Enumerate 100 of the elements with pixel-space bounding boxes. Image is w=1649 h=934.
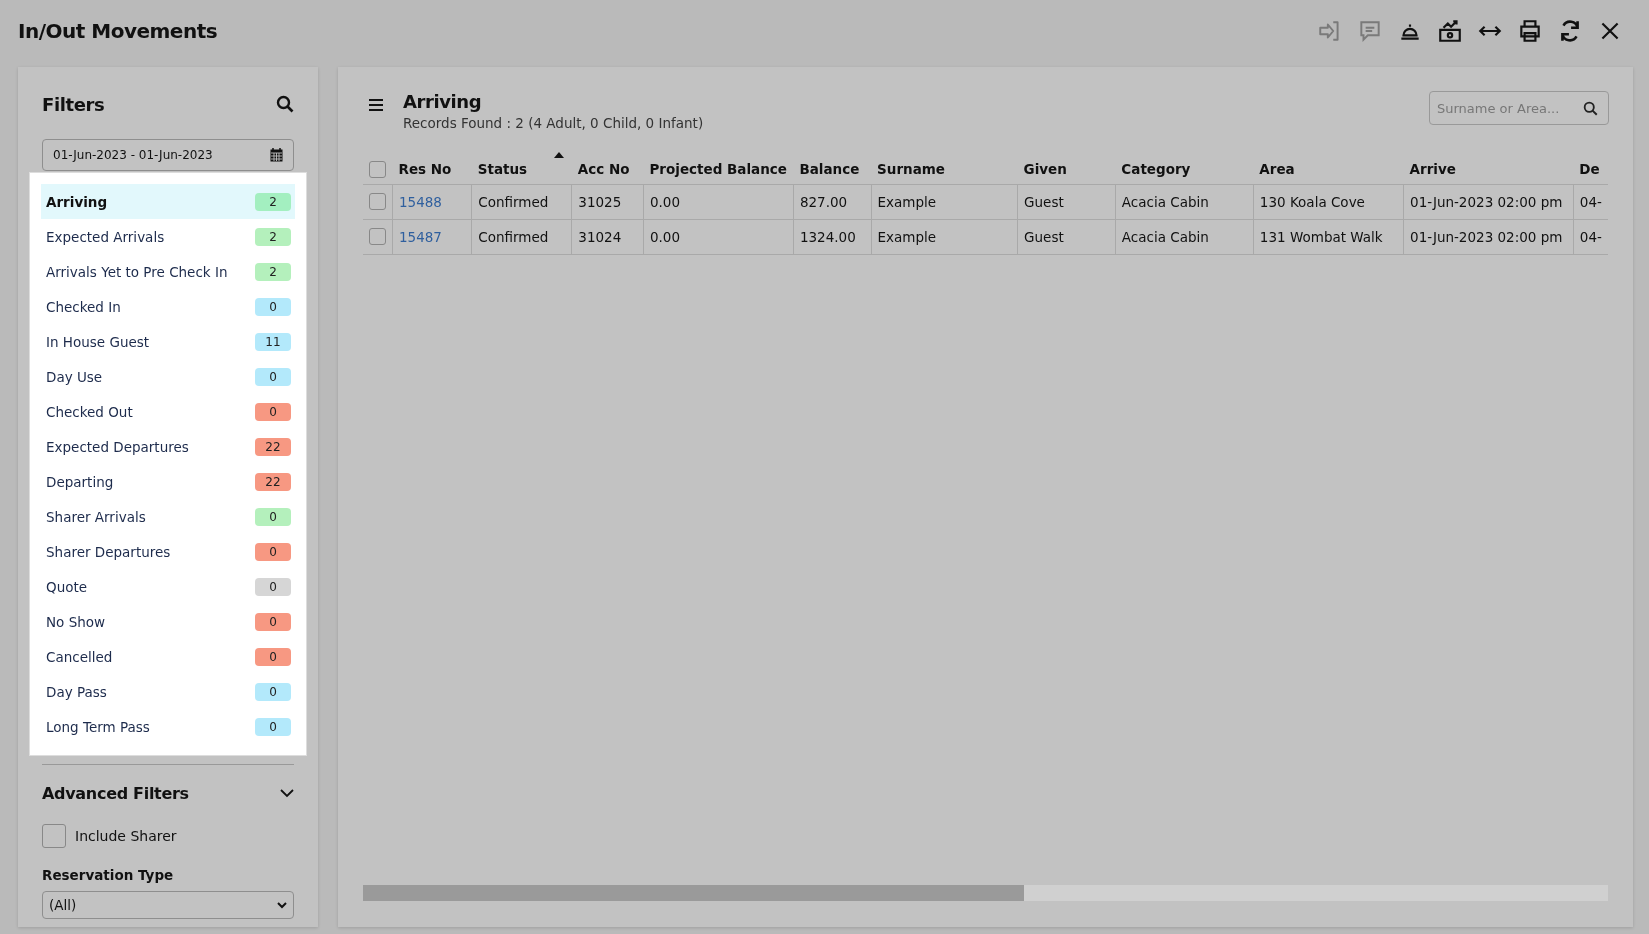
- column-header[interactable]: Arrive: [1403, 151, 1574, 184]
- table-cell: Guest: [1017, 219, 1116, 254]
- filter-label: Sharer Arrivals: [46, 508, 146, 525]
- column-header[interactable]: De: [1573, 151, 1608, 184]
- filter-item[interactable]: Checked In 0: [41, 289, 295, 324]
- filter-item[interactable]: Expected Departures 22: [41, 429, 295, 464]
- checkbox[interactable]: [369, 228, 386, 245]
- filter-label: Long Term Pass: [46, 718, 150, 735]
- filter-item[interactable]: Arrivals Yet to Pre Check In 2: [41, 254, 295, 289]
- section-title: Advanced Filters: [42, 783, 189, 803]
- calendar-icon: [270, 148, 283, 162]
- filter-item[interactable]: Arriving 2: [41, 184, 295, 219]
- count-badge: 0: [255, 507, 291, 526]
- filter-label: Quote: [46, 578, 88, 595]
- print-icon: [1517, 18, 1543, 44]
- column-header[interactable]: Area: [1253, 151, 1404, 184]
- search-field[interactable]: Surname or Area...: [1429, 91, 1609, 125]
- menu-icon: [367, 96, 385, 113]
- list-title: Arriving: [403, 91, 483, 112]
- table-cell: 1324.00: [793, 219, 872, 254]
- filter-item[interactable]: Day Use 0: [41, 359, 295, 394]
- count-badge: 0: [255, 682, 291, 701]
- date-range-field[interactable]: 01-Jun-2023 - 01-Jun-2023: [42, 139, 294, 171]
- cash-chart-icon: [1437, 18, 1463, 44]
- filter-item[interactable]: Expected Arrivals 2: [41, 219, 295, 254]
- column-header[interactable]: Status: [471, 151, 572, 184]
- window-title: In/Out Movements: [18, 19, 218, 43]
- filter-item[interactable]: Long Term Pass 0: [41, 709, 295, 744]
- table-cell: 04-: [1573, 219, 1608, 254]
- filter-item[interactable]: Quote 0: [41, 569, 295, 604]
- column-header[interactable]: Balance: [793, 151, 872, 184]
- count-badge: 0: [255, 297, 291, 316]
- filter-item[interactable]: Checked Out 0: [41, 394, 295, 429]
- table-cell: 130 Koala Cove: [1253, 184, 1404, 219]
- horizontal-scrollbar[interactable]: [363, 885, 1608, 901]
- chevron-icon[interactable]: [280, 788, 294, 798]
- filter-label: In House Guest: [46, 333, 150, 350]
- filter-label: Expected Arrivals: [46, 228, 165, 245]
- table-cell: 131 Wombat Walk: [1253, 219, 1404, 254]
- count-badge: 0: [255, 612, 291, 631]
- search-icon[interactable]: [276, 95, 294, 113]
- count-badge: 2: [255, 227, 291, 246]
- count-badge: 0: [255, 542, 291, 561]
- filter-item[interactable]: Sharer Arrivals 0: [41, 499, 295, 534]
- checkbox-label: Include Sharer: [75, 828, 177, 844]
- count-badge: 22: [255, 437, 291, 456]
- filter-label: No Show: [46, 613, 106, 630]
- reservation-type-select[interactable]: (All): [42, 891, 294, 919]
- filter-label: Checked Out: [46, 403, 133, 420]
- filter-label: Arrivals Yet to Pre Check In: [46, 263, 228, 280]
- table-cell: Example: [871, 184, 1018, 219]
- table-cell: 01-Jun-2023 02:00 pm: [1403, 184, 1574, 219]
- table-cell: 0.00: [643, 184, 794, 219]
- table-cell: 31025: [571, 184, 644, 219]
- column-header[interactable]: Acc No: [571, 151, 644, 184]
- table-cell: 0.00: [643, 219, 794, 254]
- filter-label: Arriving: [46, 193, 108, 210]
- table-cell: 04-: [1573, 184, 1608, 219]
- table-cell: Acacia Cabin: [1115, 219, 1254, 254]
- count-badge: 0: [255, 402, 291, 421]
- filter-item[interactable]: Cancelled 0: [41, 639, 295, 674]
- column-header[interactable]: Category: [1115, 151, 1254, 184]
- records-summary: Records Found : 2 (4 Adult, 0 Child, 0 Infant): [403, 115, 704, 131]
- column-header[interactable]: Surname: [871, 151, 1018, 184]
- column-header[interactable]: Res No: [392, 151, 472, 184]
- filter-label: Expected Departures: [46, 438, 189, 455]
- filter-item[interactable]: No Show 0: [41, 604, 295, 639]
- filter-label: Sharer Departures: [46, 543, 171, 560]
- filter-label: Cancelled: [46, 648, 113, 665]
- table-cell: Acacia Cabin: [1115, 184, 1254, 219]
- count-badge: 0: [255, 647, 291, 666]
- search-icon: [1583, 101, 1598, 116]
- checkbox[interactable]: [42, 824, 66, 848]
- table-cell: Confirmed: [471, 219, 572, 254]
- cash-chart-button[interactable]: [1437, 18, 1463, 44]
- count-badge: 11: [255, 332, 291, 351]
- caret-icon: [277, 901, 287, 909]
- filter-item[interactable]: Day Pass 0: [41, 674, 295, 709]
- filter-item[interactable]: In House Guest 11: [41, 324, 295, 359]
- count-badge: 0: [255, 367, 291, 386]
- column-header[interactable]: Given: [1017, 151, 1116, 184]
- field-label: Reservation Type: [42, 867, 175, 883]
- print-button[interactable]: [1517, 18, 1543, 44]
- table-cell: Example: [871, 219, 1018, 254]
- checkbox[interactable]: [369, 160, 386, 178]
- filter-item[interactable]: Sharer Departures 0: [41, 534, 295, 569]
- column-header[interactable]: Projected Balance: [643, 151, 794, 184]
- count-badge: 0: [255, 717, 291, 736]
- table-cell: Guest: [1017, 184, 1116, 219]
- filter-item[interactable]: Departing 22: [41, 464, 295, 499]
- filter-label: Checked In: [46, 298, 121, 315]
- count-badge: 22: [255, 472, 291, 491]
- table-cell: 827.00: [793, 184, 872, 219]
- count-badge: 2: [255, 192, 291, 211]
- table-cell: 31024: [571, 219, 644, 254]
- scrollbar-thumb[interactable]: [363, 885, 1024, 901]
- table-cell: Confirmed: [471, 184, 572, 219]
- panel-title: Filters: [42, 93, 105, 115]
- checkbox[interactable]: [369, 193, 386, 210]
- count-badge: 2: [255, 262, 291, 281]
